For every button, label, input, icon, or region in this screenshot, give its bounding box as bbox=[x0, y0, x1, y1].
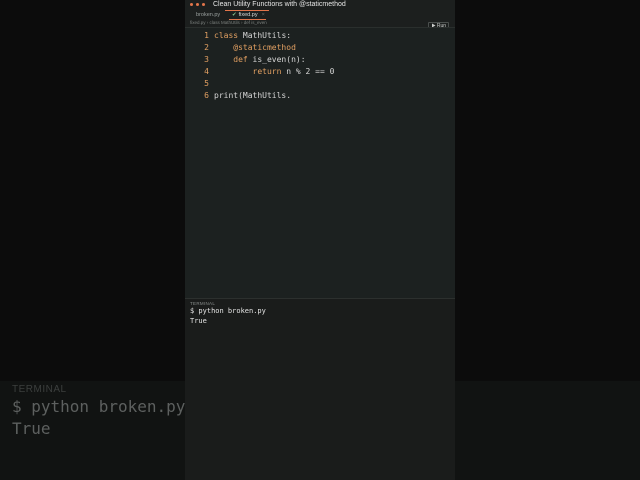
decorator: @staticmethod bbox=[233, 43, 296, 52]
keyword-def: def bbox=[233, 55, 248, 64]
line-number: 5 bbox=[204, 79, 209, 88]
line-number: 3 bbox=[204, 55, 209, 64]
keyword-return: return bbox=[252, 67, 282, 76]
tab-label: broken.py bbox=[196, 12, 221, 18]
tab-broken-py[interactable]: broken.py bbox=[196, 12, 220, 18]
background-terminal-command: $ python broken.py bbox=[12, 397, 186, 416]
close-dot-icon[interactable] bbox=[190, 3, 193, 6]
check-icon: ✔ bbox=[232, 12, 237, 18]
window-title: Clean Utility Functions with @staticmeth… bbox=[213, 1, 346, 8]
line-number: 1 bbox=[204, 31, 209, 40]
breadcrumb: fixed.py › class MathUtils › def is_even bbox=[190, 20, 267, 25]
background-terminal-label: TERMINAL bbox=[12, 384, 67, 395]
tab-bar: broken.py ✔ fixed.py × Run bbox=[185, 11, 455, 29]
title-bar: Clean Utility Functions with @staticmeth… bbox=[185, 0, 455, 11]
terminal-label: TERMINAL bbox=[190, 301, 216, 306]
code-text: print(MathUtils. bbox=[214, 91, 292, 100]
code-line: 2 @staticmethod bbox=[185, 42, 296, 54]
window-controls bbox=[190, 3, 205, 6]
keyword-class: class bbox=[214, 31, 239, 40]
code-line: 3 def is_even(n): bbox=[185, 54, 306, 66]
terminal-output: True bbox=[190, 317, 207, 325]
line-number: 4 bbox=[204, 67, 209, 76]
code-line: 6 print(MathUtils. bbox=[185, 90, 291, 102]
code-line: 4 return n % 2 == 0 bbox=[185, 66, 334, 78]
editor-window: Clean Utility Functions with @staticmeth… bbox=[185, 0, 455, 480]
code-line: 1 class MathUtils: bbox=[185, 30, 291, 42]
tab-fixed-py[interactable]: ✔ fixed.py × bbox=[232, 12, 265, 18]
line-number: 2 bbox=[204, 43, 209, 52]
code-text: n % 2 == 0 bbox=[281, 67, 335, 76]
code-editor[interactable]: 1 class MathUtils: 2 @staticmethod 3 def … bbox=[185, 27, 455, 299]
tab-label: fixed.py bbox=[238, 12, 258, 18]
terminal-command: $ python broken.py bbox=[190, 307, 266, 315]
maximize-dot-icon[interactable] bbox=[202, 3, 205, 6]
minimize-dot-icon[interactable] bbox=[196, 3, 199, 6]
code-line: 5 bbox=[185, 78, 214, 90]
code-text: MathUtils: bbox=[238, 31, 292, 40]
terminal-panel[interactable]: TERMINAL $ python broken.py True bbox=[185, 298, 455, 480]
line-number: 6 bbox=[204, 91, 209, 100]
code-text: is_even(n): bbox=[247, 55, 306, 64]
background-terminal-output: True bbox=[12, 419, 51, 438]
close-tab-icon[interactable]: × bbox=[262, 12, 265, 18]
